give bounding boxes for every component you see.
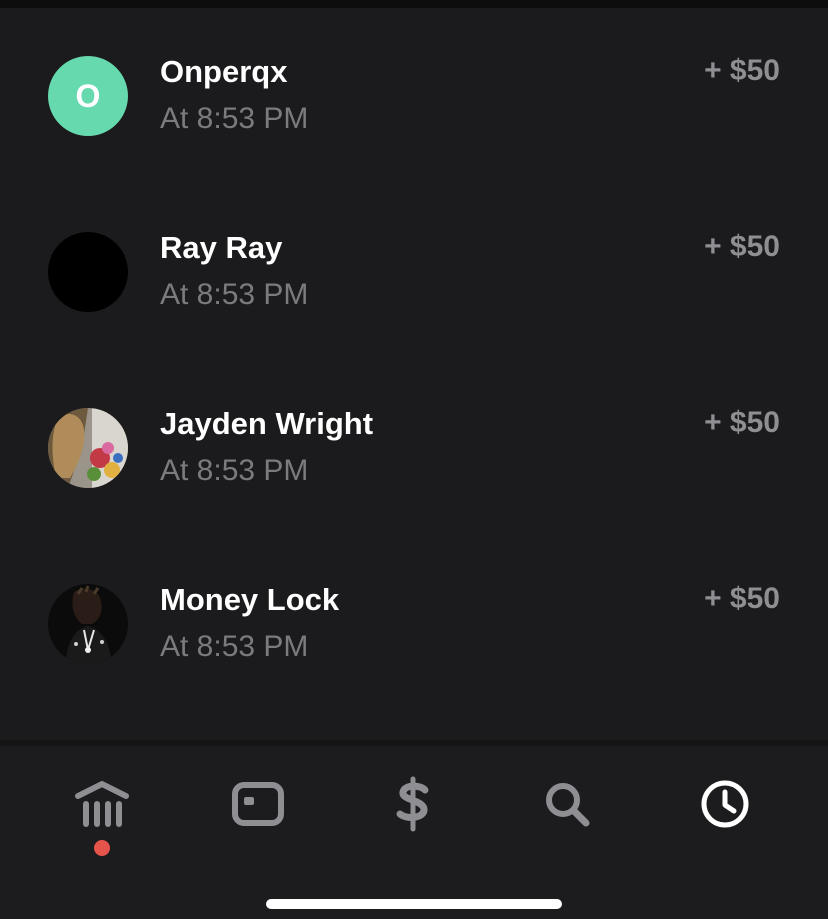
- clock-icon: [701, 780, 749, 828]
- activity-row-money-lock[interactable]: Money Lock At 8:53 PM + $50: [0, 536, 828, 712]
- activity-list: O Onperqx At 8:53 PM + $50 Ray Ray At 8:…: [0, 8, 828, 740]
- home-indicator: [266, 899, 562, 909]
- search-icon: [546, 783, 590, 827]
- card-icon: [232, 782, 284, 826]
- tab-cash[interactable]: [383, 774, 443, 834]
- avatar-initial: O: [75, 78, 101, 114]
- notification-dot: [94, 840, 110, 856]
- status-area: [0, 0, 828, 8]
- bank-icon: [75, 781, 129, 827]
- tab-banking[interactable]: [72, 774, 132, 834]
- transaction-amount: + $50: [704, 54, 780, 87]
- avatar: [48, 232, 128, 312]
- activity-row-ray-ray[interactable]: Ray Ray At 8:53 PM + $50: [0, 184, 828, 360]
- contact-name: Money Lock: [160, 582, 340, 617]
- contact-name: Ray Ray: [160, 230, 283, 265]
- transaction-time: At 8:53 PM: [160, 102, 309, 135]
- activity-row-jayden-wright[interactable]: Jayden Wright At 8:53 PM + $50: [0, 360, 828, 536]
- tab-bar: [0, 740, 828, 919]
- tab-activity[interactable]: [695, 774, 755, 834]
- transaction-time: At 8:53 PM: [160, 278, 309, 311]
- transaction-amount: + $50: [704, 230, 780, 263]
- avatar: O: [48, 56, 128, 136]
- avatar: [48, 584, 128, 664]
- transaction-time: At 8:53 PM: [160, 454, 309, 487]
- transaction-time: At 8:53 PM: [160, 630, 309, 663]
- avatar-photo: [48, 584, 128, 664]
- avatar-photo: [48, 408, 128, 488]
- activity-row-onperqx[interactable]: O Onperqx At 8:53 PM + $50: [0, 8, 828, 184]
- transaction-amount: + $50: [704, 406, 780, 439]
- contact-name: Jayden Wright: [160, 406, 374, 441]
- transaction-amount: + $50: [704, 582, 780, 615]
- tab-search[interactable]: [537, 774, 597, 834]
- tab-card[interactable]: [228, 774, 288, 834]
- contact-name: Onperqx: [160, 54, 288, 89]
- avatar: [48, 408, 128, 488]
- dollar-icon: [396, 776, 429, 832]
